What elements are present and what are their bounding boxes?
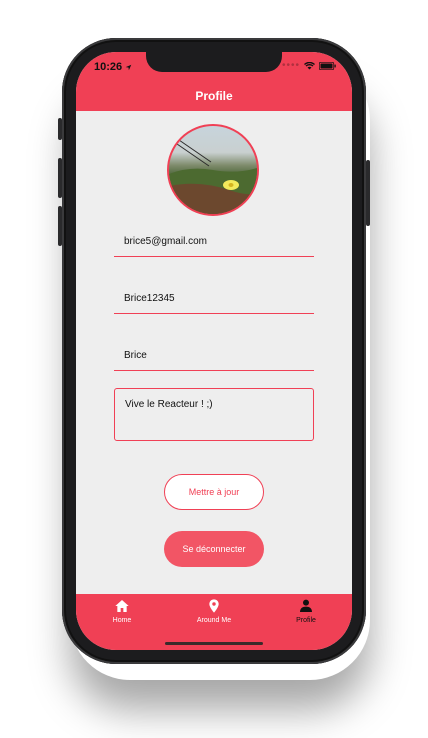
status-time: 10:26 <box>94 61 132 73</box>
tab-around-me[interactable]: Around Me <box>168 598 260 638</box>
avatar[interactable] <box>167 124 259 216</box>
update-button[interactable]: Mettre à jour <box>164 474 264 510</box>
user-icon <box>300 599 312 612</box>
description-value: Vive le Reacteur ! ;) <box>125 399 213 410</box>
username-value: Brice12345 <box>124 293 175 304</box>
location-arrow-icon <box>125 64 132 70</box>
username-field[interactable]: Brice12345 <box>114 289 314 314</box>
tab-bar: Home Around Me Profile <box>76 594 352 650</box>
battery-icon <box>319 62 336 70</box>
email-value: brice5@gmail.com <box>124 236 207 247</box>
volume-up-button <box>58 158 62 198</box>
home-icon <box>115 600 129 612</box>
tab-home-label: Home <box>112 617 132 624</box>
logout-button[interactable]: Se déconnecter <box>164 531 264 567</box>
mute-switch <box>58 118 62 140</box>
email-field[interactable]: brice5@gmail.com <box>114 232 314 257</box>
home-indicator <box>165 642 263 645</box>
map-pin-icon <box>209 599 219 613</box>
status-indicators: •••• <box>281 60 336 71</box>
volume-down-button <box>58 206 62 246</box>
tab-profile[interactable]: Profile <box>260 598 352 638</box>
name-field[interactable]: Brice <box>114 346 314 371</box>
tab-around-me-label: Around Me <box>196 617 232 624</box>
tab-home[interactable]: Home <box>76 598 168 638</box>
page-title: Profile <box>195 89 233 103</box>
tab-profile-label: Profile <box>296 617 316 624</box>
notch <box>146 52 282 72</box>
wifi-icon <box>304 62 315 70</box>
name-value: Brice <box>124 350 147 361</box>
signal-icon: •••• <box>281 60 300 71</box>
description-textarea[interactable]: Vive le Reacteur ! ;) <box>114 388 314 441</box>
power-button <box>366 160 370 226</box>
avatar-photo <box>169 139 257 214</box>
screen: 10:26 •••• Profile brice5@gmail.com Bric… <box>76 52 352 650</box>
